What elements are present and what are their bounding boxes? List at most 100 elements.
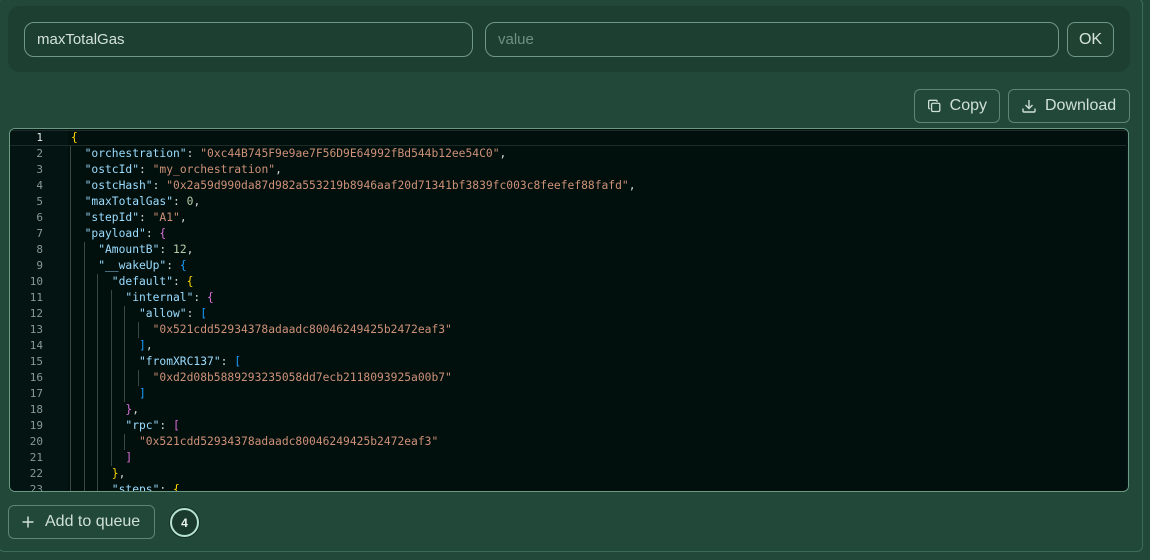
indent-guide: [83, 450, 85, 466]
indent-guide: [124, 386, 126, 402]
indent-guide: [70, 450, 71, 466]
code-token: "ostcHash": [84, 179, 153, 192]
code-line[interactable]: 9 "__wakeUp": {: [10, 258, 1128, 274]
code-line[interactable]: 15 "fromXRC137": [: [10, 354, 1128, 370]
code-line[interactable]: 3 "ostcId": "my_orchestration",: [10, 162, 1128, 178]
copy-icon: [928, 99, 941, 113]
line-number: 23: [29, 483, 43, 492]
code-token: :: [173, 275, 187, 288]
code-token: [: [200, 307, 208, 320]
line-number: 1: [36, 131, 43, 144]
code-token: :: [159, 243, 174, 256]
line-number: 18: [29, 403, 43, 416]
add-to-queue-button[interactable]: Add to queue: [8, 505, 155, 539]
key-input[interactable]: [24, 22, 473, 57]
code-text: "0xd2d08b5889293235058dd7ecb2118093925a0…: [153, 370, 452, 386]
indent-guide: [138, 370, 139, 386]
code-token: ]: [125, 451, 133, 464]
code-token: "internal": [125, 291, 194, 304]
code-token: :: [145, 227, 160, 240]
code-token: "my_orchestration": [152, 163, 276, 176]
code-text: "0x521cdd52934378adaadc80046249425b2472e…: [139, 434, 438, 450]
line-number: 7: [36, 227, 43, 240]
line-number: 6: [36, 211, 43, 224]
indent-guide: [83, 402, 85, 418]
line-number: 14: [29, 339, 43, 352]
code-line[interactable]: 14],: [10, 338, 1128, 354]
indent-guide: [83, 354, 85, 370]
copy-button[interactable]: Copy: [914, 89, 1000, 123]
code-line[interactable]: 19 "rpc": [: [10, 418, 1128, 434]
code-line[interactable]: 10 "default": {: [10, 274, 1128, 290]
code-line[interactable]: 22},: [10, 466, 1128, 482]
code-line[interactable]: 2 "orchestration": "0xc44B745F9e9ae7F56D9…: [10, 146, 1128, 162]
indent-guide: [83, 370, 85, 386]
indent-guide: [70, 210, 71, 226]
indent-guide: [70, 162, 71, 178]
indent-guide: [83, 418, 85, 434]
indent-guide: [124, 338, 126, 354]
code-line[interactable]: 11 "internal": {: [10, 290, 1128, 306]
code-token: :: [139, 211, 153, 224]
indent-guide: [83, 306, 85, 322]
line-number: 20: [29, 435, 43, 448]
code-text: "__wakeUp": {: [98, 258, 186, 274]
indent-guide: [83, 274, 85, 290]
indent-guide: [83, 258, 85, 274]
code-line[interactable]: 17]: [10, 386, 1128, 402]
line-number: 21: [29, 451, 43, 464]
code-line[interactable]: 8 "AmountB": 12,: [10, 242, 1128, 258]
indent-guide: [70, 322, 71, 338]
line-number: 8: [36, 243, 43, 256]
ok-button[interactable]: OK: [1067, 22, 1114, 57]
line-number: 19: [29, 419, 43, 432]
code-text: ]: [125, 450, 132, 466]
indent-guide: [70, 354, 71, 370]
indent-guide: [110, 434, 112, 450]
code-token: ,: [179, 211, 187, 224]
code-line[interactable]: 12 "allow": [: [10, 306, 1128, 322]
code-line[interactable]: 4 "ostcHash": "0x2a59d990da87d982a553219b…: [10, 178, 1128, 194]
code-line[interactable]: 5 "maxTotalGas": 0,: [10, 194, 1128, 210]
code-text: "default": {: [112, 274, 194, 290]
code-line[interactable]: 16 "0xd2d08b5889293235058dd7ecb2118093925…: [10, 370, 1128, 386]
json-editor[interactable]: 1{2 "orchestration": "0xc44B745F9e9ae7F56…: [9, 128, 1129, 492]
indent-guide: [97, 370, 99, 386]
code-line[interactable]: 13 "0x521cdd52934378adaadc80046249425b247…: [10, 322, 1128, 338]
indent-guide: [70, 338, 71, 354]
indent-guide: [97, 322, 99, 338]
indent-guide: [110, 370, 112, 386]
line-number: 4: [36, 179, 43, 192]
plus-icon: [22, 516, 34, 528]
line-number: 13: [29, 323, 43, 336]
indent-guide: [124, 434, 126, 450]
code-lines[interactable]: 1{2 "orchestration": "0xc44B745F9e9ae7F56…: [10, 130, 1128, 492]
code-token: :: [186, 307, 201, 320]
editor-scrollbar[interactable]: [1126, 129, 1128, 491]
code-token: ,: [499, 147, 507, 160]
indent-guide: [70, 386, 71, 402]
code-token: "fromXRC137": [139, 355, 221, 368]
code-line[interactable]: 21]: [10, 450, 1128, 466]
code-line[interactable]: 18},: [10, 402, 1128, 418]
value-input[interactable]: [485, 22, 1059, 57]
indent-guide: [70, 226, 71, 242]
code-text: "ostcHash": "0x2a59d990da87d982a553219b8…: [85, 178, 636, 194]
indent-guide: [124, 370, 126, 386]
line-number: 2: [36, 147, 43, 160]
indent-guide: [83, 482, 85, 491]
code-line[interactable]: 6 "stepId": "A1",: [10, 210, 1128, 226]
code-token: ]: [139, 339, 146, 352]
code-token: "allow": [139, 307, 187, 320]
indent-guide: [70, 274, 71, 290]
indent-guide: [70, 434, 71, 450]
code-line[interactable]: 7 "payload": {: [10, 226, 1128, 242]
code-text: "allow": [: [139, 306, 207, 322]
indent-guide: [70, 194, 71, 210]
code-line[interactable]: 20 "0x521cdd52934378adaadc80046249425b247…: [10, 434, 1128, 450]
download-button[interactable]: Download: [1008, 89, 1130, 123]
indent-guide: [97, 338, 99, 354]
indent-guide: [70, 258, 71, 274]
code-line[interactable]: 1{: [10, 130, 1128, 146]
code-line[interactable]: 23 "steps": {: [10, 482, 1128, 492]
